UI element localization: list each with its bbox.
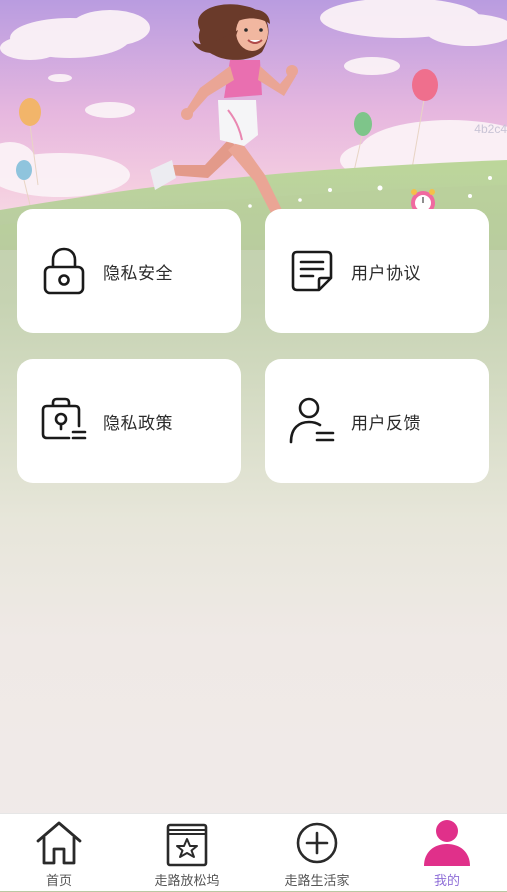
tab-walk-life[interactable]: 走路生活家 [254, 814, 380, 892]
home-icon [34, 818, 84, 868]
star-book-icon [162, 818, 212, 868]
tab-label: 走路生活家 [284, 874, 350, 889]
card-privacy-security[interactable]: 隐私安全 [17, 209, 241, 333]
user-feedback-icon [287, 396, 337, 446]
tab-walk-relax[interactable]: 走路放松坞 [124, 814, 250, 892]
card-user-feedback[interactable]: 用户反馈 [265, 359, 489, 483]
watermark-text: 4b2c4 [474, 122, 507, 136]
tab-mine[interactable]: 我的 [384, 814, 507, 892]
locked-bag-icon [39, 396, 89, 446]
card-label: 隐私政策 [103, 413, 173, 434]
plus-circle-icon [292, 818, 342, 868]
card-label: 用户协议 [351, 263, 421, 284]
card-label: 用户反馈 [351, 413, 421, 434]
card-user-agreement[interactable]: 用户协议 [265, 209, 489, 333]
bottom-tab-bar: 首页 走路放松坞 走路生活家 我的 [0, 813, 507, 891]
tab-label: 首页 [45, 874, 72, 889]
lock-icon [39, 246, 89, 296]
card-label: 隐私安全 [103, 263, 173, 284]
tab-home[interactable]: 首页 [0, 814, 122, 892]
user-icon [422, 818, 472, 868]
tab-label: 走路放松坞 [154, 874, 220, 889]
tab-label: 我的 [433, 874, 460, 889]
document-icon [287, 246, 337, 296]
card-privacy-policy[interactable]: 隐私政策 [17, 359, 241, 483]
